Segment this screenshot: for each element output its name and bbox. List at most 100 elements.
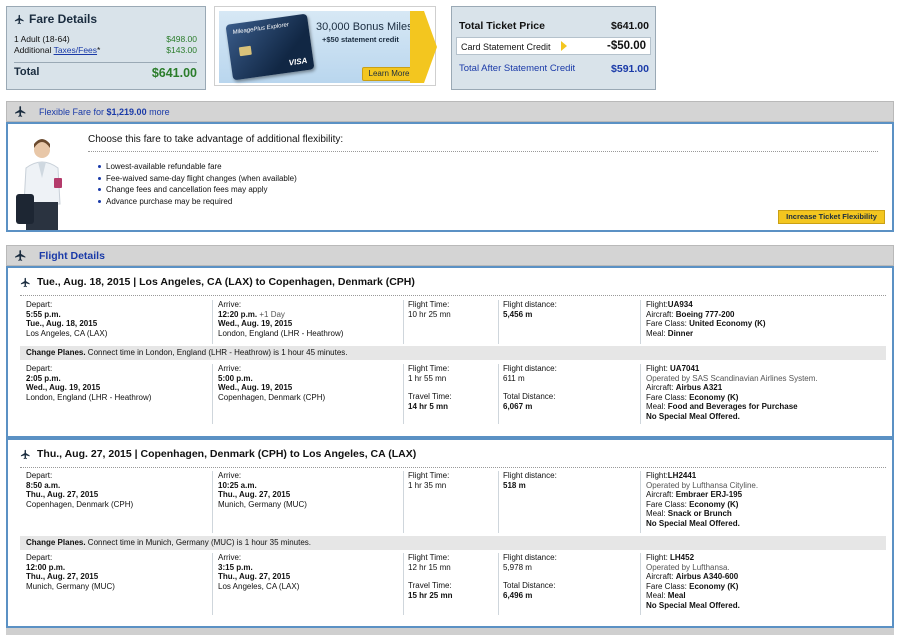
arrive-city: Los Angeles, CA (LAX) (218, 581, 300, 591)
adult-fare-label: 1 Adult (18-64) (14, 34, 70, 44)
depart-date: Tue., Aug. 18, 2015 (26, 319, 98, 329)
fare-details-title: Fare Details (29, 12, 98, 26)
credit-card-image: MileagePlus Explorer VISA (225, 13, 315, 81)
meal-note: No Special Meal Offered. (646, 411, 740, 421)
aircraft-label: Aircraft: (646, 383, 676, 393)
column-divider (212, 471, 213, 533)
flight-info-column: Flight: LH452 Operated by Lufthansa. Air… (646, 553, 740, 611)
flight-time-label: Flight Time: (408, 553, 450, 562)
fare-details-panel: Fare Details 1 Adult (18-64) $498.00 Add… (6, 6, 206, 90)
distance-value: 518 m (503, 480, 526, 490)
column-divider (640, 300, 641, 344)
column-divider (212, 364, 213, 424)
travel-time-value: 15 hr 25 mn (408, 590, 453, 600)
fare-class-value: United Economy (K) (689, 319, 766, 329)
meal-value: Meal (667, 591, 686, 601)
next-section-bar (6, 628, 894, 635)
flight-details-bar[interactable]: Flight Details (6, 245, 894, 266)
change-planes-label: Change Planes. (26, 348, 86, 357)
column-divider (640, 471, 641, 533)
flight-time-label: Flight Time: (408, 471, 450, 480)
increase-flexibility-button[interactable]: Increase Ticket Flexibility (778, 210, 885, 224)
additional-label: Additional (14, 45, 52, 55)
trip-outbound: Tue., Aug. 18, 2015 | Los Angeles, CA (L… (6, 266, 894, 438)
meal-note: No Special Meal Offered. (646, 518, 740, 528)
price-summary-panel: Total Ticket Price $641.00 Card Statemen… (451, 6, 656, 90)
airplane-icon (14, 14, 24, 24)
flight-number: UA7041 (670, 364, 700, 373)
trip-divider (20, 467, 886, 468)
depart-city: London, England (LHR - Heathrow) (26, 392, 152, 402)
flexible-fare-benefits: Lowest-available refundable fare Fee-wai… (98, 161, 297, 207)
meal-label: Meal: (646, 591, 668, 601)
learn-more-button[interactable]: Learn More (362, 67, 416, 81)
traveler-image (16, 139, 62, 230)
trip-header: Thu., Aug. 27, 2015 | Copenhagen, Denmar… (20, 448, 416, 460)
benefit-item: Lowest-available refundable fare (98, 161, 297, 173)
arrive-city: Copenhagen, Denmark (CPH) (218, 392, 326, 402)
distance-column: Flight distance: 518 m (503, 471, 557, 490)
meal-label: Meal: (646, 402, 668, 412)
promo-subtitle: +$50 statement credit (322, 35, 399, 44)
operated-by: Operated by Lufthansa Cityline. (646, 480, 759, 490)
meal-value: Dinner (667, 328, 694, 338)
statement-credit-value: -$50.00 (606, 40, 646, 52)
flight-label: Flight: (646, 553, 671, 562)
fare-class-label: Fare Class: (646, 499, 690, 509)
arrive-date: Thu., Aug. 27, 2015 (218, 490, 291, 500)
flight-info-column: Flight: UA7041 Operated by SAS Scandinav… (646, 364, 818, 422)
depart-label: Depart: (26, 300, 53, 309)
statement-credit-label: Card Statement Credit (461, 42, 551, 52)
flexible-fare-prefix: Flexible Fare for (39, 107, 107, 117)
depart-label: Depart: (26, 471, 53, 480)
depart-label: Depart: (26, 364, 53, 373)
promo-banner: MileagePlus Explorer VISA 30,000 Bonus M… (219, 11, 424, 83)
taxes-fees-link[interactable]: Taxes/Fees (54, 45, 97, 55)
depart-time: 5:55 p.m. (26, 309, 61, 319)
trip-header: Tue., Aug. 18, 2015 | Los Angeles, CA (L… (20, 276, 415, 288)
arrive-label: Arrive: (218, 300, 242, 309)
trip-divider (20, 295, 886, 296)
depart-date: Thu., Aug. 27, 2015 (26, 572, 99, 582)
aircraft-label: Aircraft: (646, 490, 676, 500)
trip-header-text: Thu., Aug. 27, 2015 | Copenhagen, Denmar… (37, 448, 417, 460)
adult-fare-value: $498.00 (166, 34, 197, 44)
arrive-city: London, England (LHR - Heathrow) (218, 328, 344, 338)
flight-number: LH2441 (667, 471, 697, 480)
flexible-fare-suffix: more (146, 107, 170, 117)
depart-city: Copenhagen, Denmark (CPH) (26, 499, 134, 509)
flight-time-column: Flight Time: 1 hr 35 mn (408, 471, 449, 490)
operated-by: Operated by SAS Scandinavian Airlines Sy… (646, 373, 818, 383)
column-divider (498, 553, 499, 615)
flexible-fare-bar[interactable]: Flexible Fare for $1,219.00 more (6, 101, 894, 122)
arrive-column: Arrive: 3:15 p.m. Thu., Aug. 27, 2015 Lo… (218, 553, 299, 591)
depart-time: 8:50 a.m. (26, 480, 61, 490)
fare-class-value: Economy (K) (689, 392, 739, 402)
after-credit-row: Total After Statement Credit $591.00 (459, 63, 649, 75)
flight-segment: Depart: 8:50 a.m. Thu., Aug. 27, 2015 Co… (20, 471, 886, 533)
flight-time-column: Flight Time: 10 hr 25 mn (408, 300, 451, 319)
trip-return: Thu., Aug. 27, 2015 | Copenhagen, Denmar… (6, 438, 894, 628)
arrive-label: Arrive: (218, 471, 242, 480)
flight-time-label: Flight Time: (408, 364, 450, 373)
fare-class-label: Fare Class: (646, 392, 690, 402)
fare-details-header: Fare Details (14, 12, 97, 26)
taxes-label: Additional Taxes/Fees* (14, 45, 100, 55)
depart-date: Wed., Aug. 19, 2015 (26, 383, 101, 393)
statement-credit-row: Card Statement Credit -$50.00 (456, 37, 651, 55)
fare-class-label: Fare Class: (646, 319, 690, 329)
column-divider (212, 553, 213, 615)
flexible-fare-title: Flexible Fare for $1,219.00 more (39, 107, 170, 117)
credit-card-promo[interactable]: MileagePlus Explorer VISA 30,000 Bonus M… (214, 6, 437, 86)
flight-details-title: Flight Details (39, 250, 105, 262)
flight-info-column: Flight:UA934 Aircraft: Boeing 777-200 Fa… (646, 300, 766, 338)
taxes-value: $143.00 (166, 45, 197, 55)
meal-value: Food and Beverages for Purchase (667, 402, 798, 412)
adult-fare-row: 1 Adult (18-64) $498.00 (14, 34, 197, 44)
arrive-label: Arrive: (218, 553, 242, 562)
flight-time-value: 1 hr 55 mn (408, 373, 447, 383)
depart-column: Depart: 12:00 p.m. Thu., Aug. 27, 2015 M… (26, 553, 115, 591)
taxes-row: Additional Taxes/Fees* $143.00 (14, 45, 197, 55)
arrive-day-note: +1 Day (257, 309, 285, 319)
arrive-label: Arrive: (218, 364, 242, 373)
